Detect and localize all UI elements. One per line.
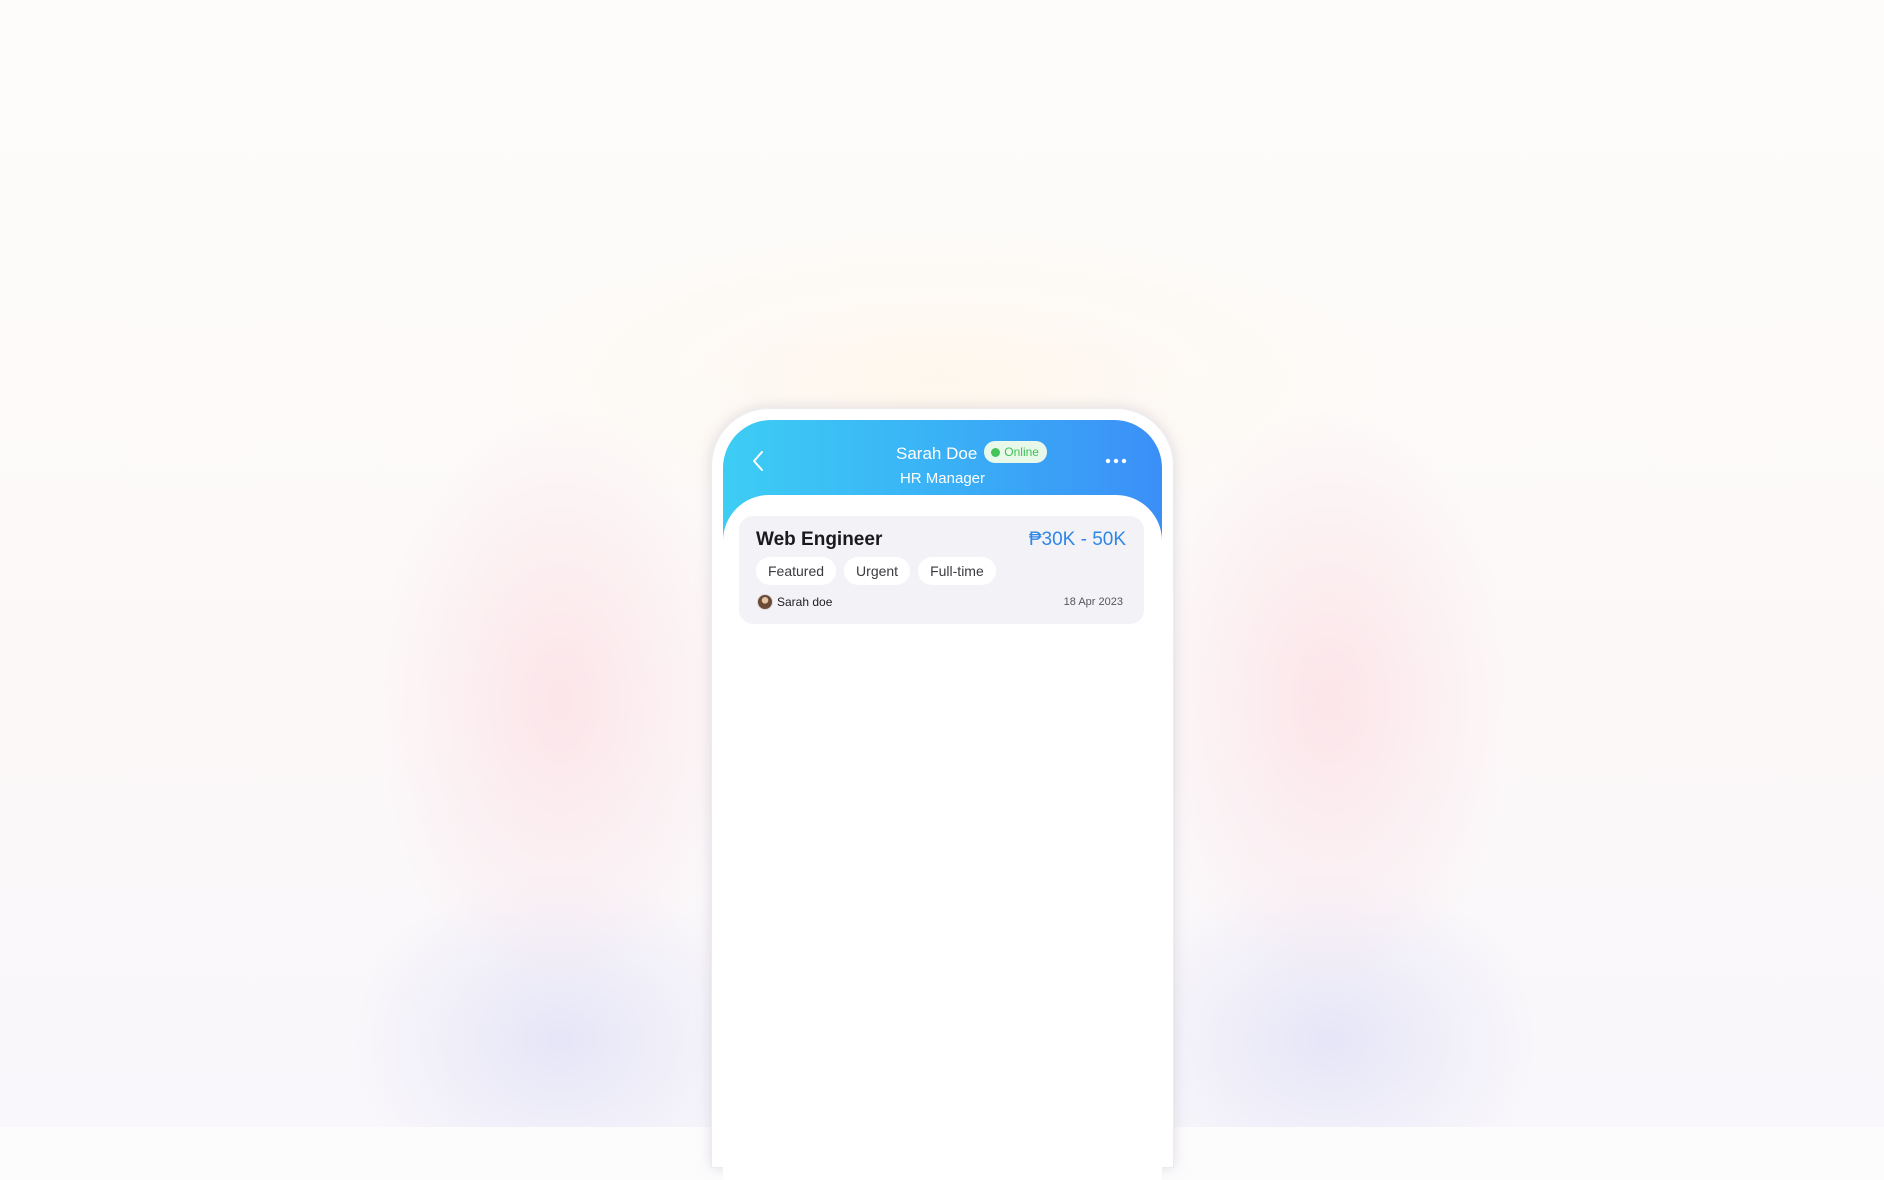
tag-full-time: Full-time — [918, 557, 996, 585]
online-dot-icon — [991, 447, 1001, 457]
job-title: Web Engineer — [756, 529, 883, 550]
more-horizontal-icon — [1105, 458, 1127, 464]
tag-featured: Featured — [756, 557, 837, 585]
phone-frame: Sarah Doe Online HR Manager Web Engineer… — [711, 408, 1174, 1180]
status-badge: Online — [984, 441, 1047, 463]
post-date: 18 Apr 2023 — [1063, 596, 1123, 608]
tag-urgent: Urgent — [844, 557, 911, 585]
chat-screen: Sarah Doe Online HR Manager Web Engineer… — [723, 420, 1162, 1180]
job-poster: Sarah doe — [757, 594, 832, 610]
avatar — [757, 594, 773, 610]
contact-name-row: Sarah Doe Online — [723, 441, 1162, 464]
job-card[interactable]: Web Engineer ₱30K - 50K Featured Urgent … — [739, 516, 1144, 624]
job-salary: ₱30K - 50K — [1028, 529, 1126, 550]
status-label: Online — [1004, 445, 1039, 459]
poster-name: Sarah doe — [777, 595, 833, 609]
more-options-button[interactable] — [1101, 446, 1131, 476]
contact-name: Sarah Doe — [896, 444, 978, 463]
job-tags: Featured Urgent Full-time — [756, 557, 996, 585]
contact-role: HR Manager — [899, 470, 986, 487]
